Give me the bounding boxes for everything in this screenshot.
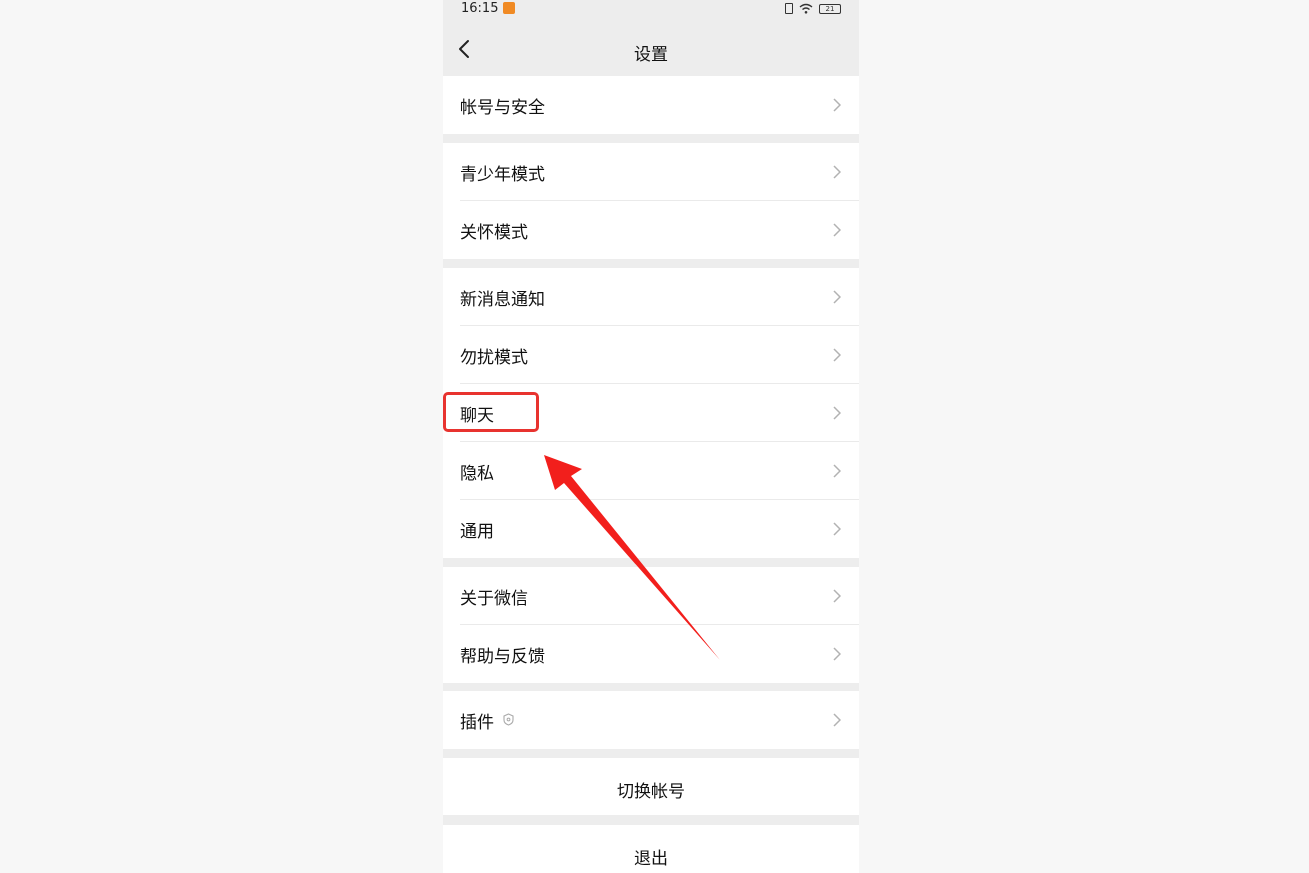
phone-screen: 16:15 21 设置 帐号与安全 青少年模式 关怀模式 新消息通知 勿扰模式 … (443, 0, 859, 873)
settings-item-account-security[interactable]: 帐号与安全 (443, 76, 859, 134)
settings-item-label: 插件 (460, 712, 494, 733)
chevron-right-icon (833, 464, 841, 478)
settings-group-modes: 青少年模式 关怀模式 (443, 143, 859, 259)
chevron-right-icon (833, 98, 841, 112)
settings-item-help-feedback[interactable]: 帮助与反馈 (443, 625, 859, 683)
logout-label: 退出 (634, 849, 668, 869)
highlight-box (443, 392, 539, 432)
status-icons: 21 (785, 3, 841, 14)
switch-account-label: 切换帐号 (617, 782, 685, 802)
chevron-right-icon (833, 647, 841, 661)
settings-item-label: 关于微信 (460, 588, 528, 609)
chevron-right-icon (833, 406, 841, 420)
logout-button[interactable]: 退出 (443, 825, 859, 873)
settings-item-general[interactable]: 通用 (443, 500, 859, 558)
chevron-right-icon (833, 589, 841, 603)
settings-item-plugins[interactable]: 插件 (443, 691, 859, 749)
notification-app-icon (503, 2, 515, 14)
battery-icon: 21 (819, 3, 841, 14)
settings-item-about-wechat[interactable]: 关于微信 (443, 567, 859, 625)
settings-group-plugins: 插件 (443, 691, 859, 749)
chevron-right-icon (833, 348, 841, 362)
status-bar: 16:15 21 (443, 0, 859, 20)
switch-account-button[interactable]: 切换帐号 (443, 758, 859, 815)
settings-item-do-not-disturb[interactable]: 勿扰模式 (443, 326, 859, 384)
settings-item-privacy[interactable]: 隐私 (443, 442, 859, 500)
nav-bar: 设置 (443, 20, 859, 76)
settings-item-label: 关怀模式 (460, 222, 528, 243)
shield-icon (503, 713, 514, 726)
settings-item-label: 通用 (460, 521, 494, 542)
settings-item-label: 帮助与反馈 (460, 646, 545, 667)
chevron-right-icon (833, 522, 841, 536)
chevron-right-icon (833, 165, 841, 179)
chevron-right-icon (833, 290, 841, 304)
wifi-icon (799, 3, 813, 14)
settings-group-account: 帐号与安全 (443, 76, 859, 134)
page-title: 设置 (634, 45, 668, 65)
settings-item-label: 勿扰模式 (460, 347, 528, 368)
settings-item-teen-mode[interactable]: 青少年模式 (443, 143, 859, 201)
settings-item-label: 帐号与安全 (460, 97, 545, 118)
settings-item-label: 青少年模式 (460, 164, 545, 185)
settings-item-label: 新消息通知 (460, 289, 545, 310)
settings-item-notifications[interactable]: 新消息通知 (443, 268, 859, 326)
chevron-right-icon (833, 223, 841, 237)
settings-item-care-mode[interactable]: 关怀模式 (443, 201, 859, 259)
status-time: 16:15 (461, 1, 499, 16)
sim-icon (785, 3, 793, 14)
chevron-right-icon (833, 713, 841, 727)
settings-item-label: 隐私 (460, 463, 494, 484)
settings-group-about: 关于微信 帮助与反馈 (443, 567, 859, 683)
